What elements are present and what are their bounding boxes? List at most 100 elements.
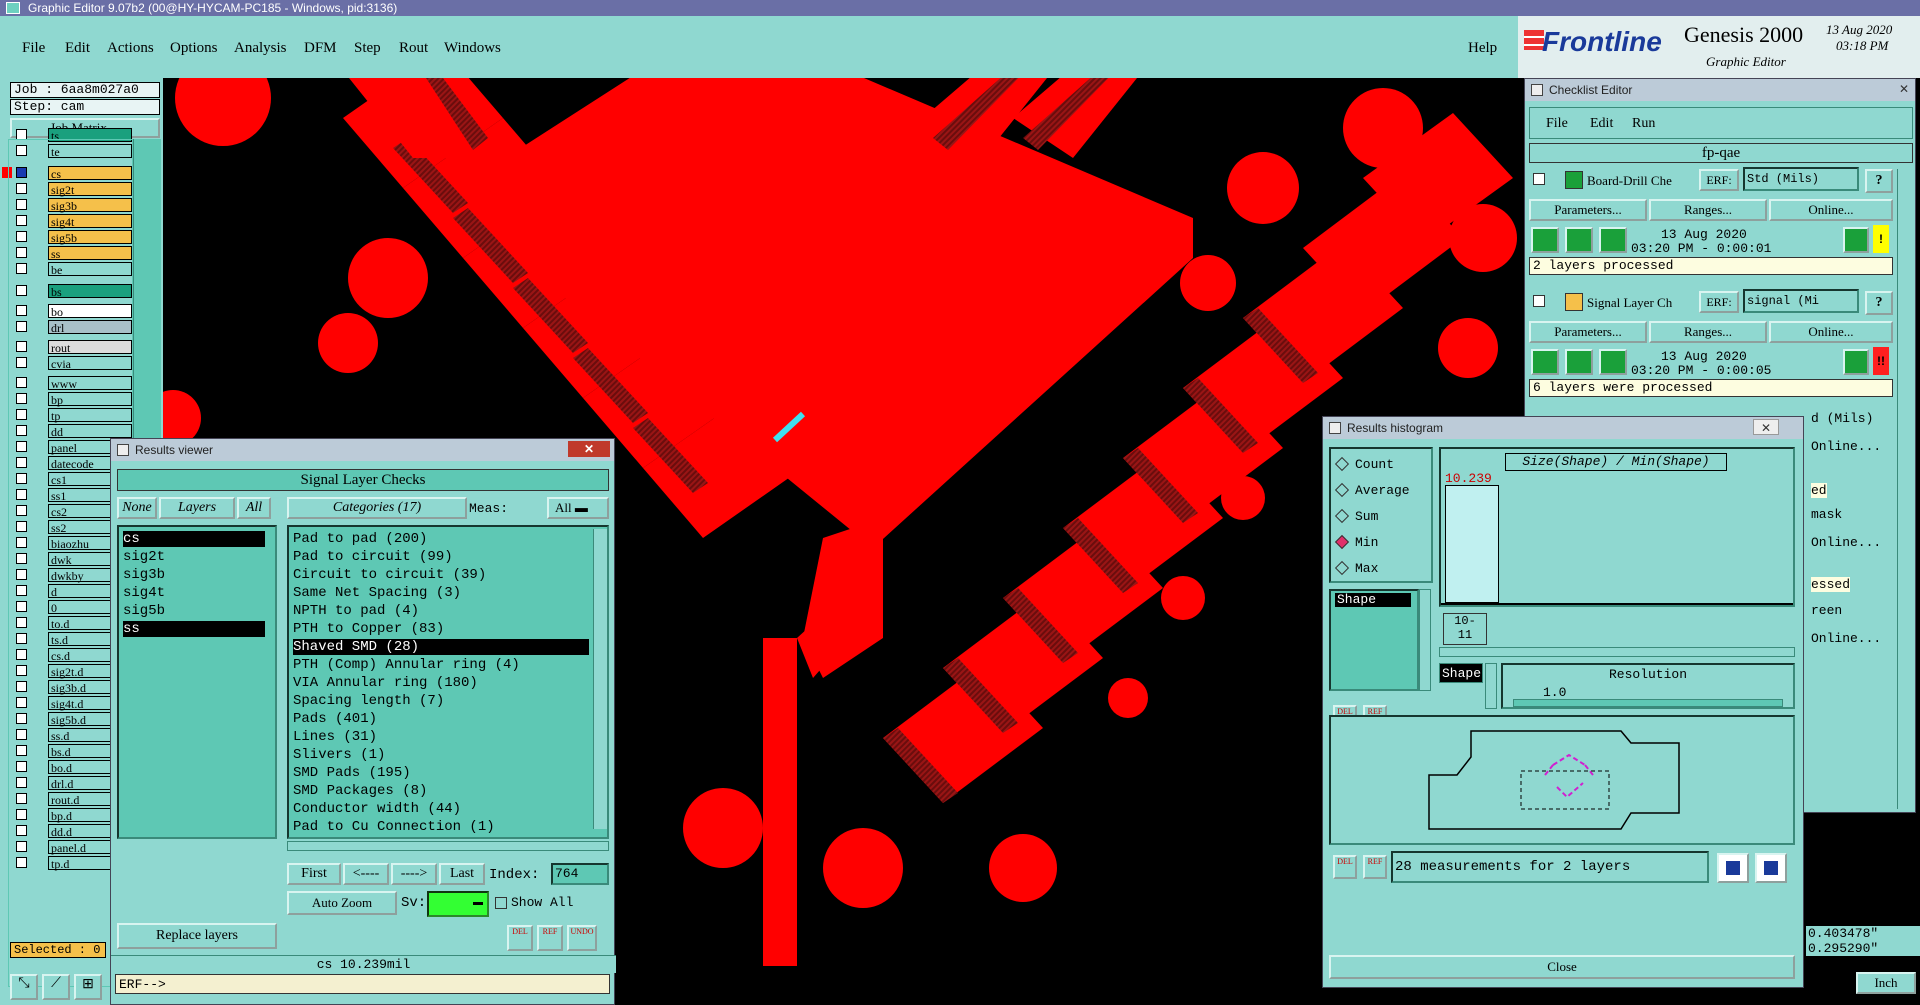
aggregate-option[interactable]: Sum xyxy=(1334,507,1429,527)
first-button[interactable]: First xyxy=(287,863,341,885)
list-item[interactable]: PTH to Copper (83) xyxy=(293,621,589,637)
run-action-icon[interactable] xyxy=(1565,349,1593,375)
auto-zoom-select[interactable]: Auto Zoom xyxy=(287,891,397,915)
index-field[interactable]: 764 xyxy=(551,863,609,885)
measure-tool-icon[interactable]: ⟋ xyxy=(42,974,70,1000)
menu-help[interactable]: Help xyxy=(1468,40,1497,57)
histogram-hscrollbar[interactable] xyxy=(1439,647,1795,657)
menu-file[interactable]: File xyxy=(22,40,45,57)
erf-button[interactable]: ERF: xyxy=(1699,169,1739,191)
online-button[interactable]: Online... xyxy=(1769,199,1893,221)
unit-select[interactable]: Inch xyxy=(1856,972,1916,994)
list-item[interactable]: Same Net Spacing (3) xyxy=(293,585,589,601)
sv-color-select[interactable]: ▬ xyxy=(427,891,489,917)
list-item[interactable]: PTH (Comp) Annular ring (4) xyxy=(293,657,589,673)
parameters-button[interactable]: Parameters... xyxy=(1529,199,1647,221)
zoom-tool-icon[interactable]: ⤡ xyxy=(10,974,38,1000)
aggregate-option[interactable]: Min xyxy=(1334,533,1429,553)
prev-button[interactable]: <---- xyxy=(343,863,389,885)
run-action-icon[interactable] xyxy=(1531,349,1559,375)
preview-del-button[interactable]: DEL xyxy=(1333,855,1357,879)
aggregate-option[interactable]: Max xyxy=(1334,559,1429,579)
list-item[interactable]: NPTH to pad (4) xyxy=(293,603,589,619)
parameters-button[interactable]: Parameters... xyxy=(1529,321,1647,343)
histogram-listbox[interactable]: Shape xyxy=(1329,589,1419,691)
check-name[interactable]: Board-Drill Che xyxy=(1587,173,1672,189)
menu-dfm[interactable]: DFM xyxy=(304,40,337,57)
histogram-close-button[interactable]: Close xyxy=(1329,955,1795,979)
check-enable-checkbox[interactable] xyxy=(1533,173,1545,185)
list-item[interactable]: Circuit to circuit (39) xyxy=(293,567,589,583)
shape-scrollbar[interactable] xyxy=(1485,663,1497,709)
list-item[interactable]: SMD Pads (195) xyxy=(293,765,589,781)
check-name[interactable]: Signal Layer Ch xyxy=(1587,295,1672,311)
show-all-checkbox[interactable] xyxy=(495,897,507,909)
list-item[interactable]: VIA Annular ring (180) xyxy=(293,675,589,691)
help-icon[interactable]: ? xyxy=(1865,169,1893,193)
erf-value-field[interactable]: signal (Mi xyxy=(1743,289,1859,313)
zoom-icon[interactable] xyxy=(1843,227,1869,253)
undo-button[interactable]: UNDO xyxy=(567,925,597,951)
close-icon[interactable]: ✕ xyxy=(568,441,610,457)
checklist-scrollbar[interactable] xyxy=(1897,169,1913,809)
help-icon[interactable]: ? xyxy=(1865,291,1893,315)
list-item[interactable]: cs xyxy=(123,531,265,547)
categories-listbox[interactable]: Pad to pad (200) Pad to circuit (99) Circu… xyxy=(287,525,609,839)
list-item[interactable]: Pad to Cu Connection (1) xyxy=(293,819,589,835)
last-button[interactable]: Last xyxy=(439,863,485,885)
histogram-titlebar[interactable]: Results histogram ✕ xyxy=(1323,417,1803,439)
menu-analysis[interactable]: Analysis xyxy=(234,40,287,57)
categories-hscrollbar[interactable] xyxy=(287,841,609,851)
ref-button[interactable]: REF xyxy=(537,925,563,951)
meas-select[interactable]: All ▬ xyxy=(547,497,609,519)
erf-value-field[interactable]: Std (Mils) xyxy=(1743,167,1859,191)
grid-tool-icon[interactable]: ⊞ xyxy=(74,974,102,1000)
checklist-titlebar[interactable]: Checklist Editor ✕ xyxy=(1525,79,1915,101)
histogram-list-scrollbar[interactable] xyxy=(1419,589,1431,691)
check-enable-checkbox[interactable] xyxy=(1533,295,1545,307)
layers-button[interactable]: Layers xyxy=(159,497,235,519)
aggregate-option[interactable]: Count xyxy=(1334,455,1429,475)
preview-ref-button[interactable]: REF xyxy=(1363,855,1387,879)
histogram-bar[interactable] xyxy=(1445,485,1499,603)
zoom-icon[interactable] xyxy=(1843,349,1869,375)
run-action-icon[interactable] xyxy=(1531,227,1559,253)
menu-options[interactable]: Options xyxy=(170,40,218,57)
checklist-menu-edit[interactable]: Edit xyxy=(1590,116,1613,132)
replace-layers-select[interactable]: Replace layers xyxy=(117,923,277,949)
export-icon[interactable] xyxy=(1717,853,1749,883)
menu-rout[interactable]: Rout xyxy=(399,40,428,57)
categories-button[interactable]: Categories (17) xyxy=(287,497,467,519)
menu-step[interactable]: Step xyxy=(354,40,381,57)
list-item[interactable]: Pads (401) xyxy=(293,711,589,727)
ranges-button[interactable]: Ranges... xyxy=(1649,321,1767,343)
list-item[interactable]: SMD Packages (8) xyxy=(293,783,589,799)
list-item[interactable]: Pad to circuit (99) xyxy=(293,549,589,565)
list-item[interactable]: Pad to pad (200) xyxy=(293,531,589,547)
none-button[interactable]: None xyxy=(117,497,157,519)
list-item[interactable]: Shape xyxy=(1335,593,1411,607)
next-button[interactable]: ----> xyxy=(391,863,437,885)
close-icon[interactable]: ✕ xyxy=(1753,419,1779,435)
checklist-menu-file[interactable]: File xyxy=(1546,116,1568,132)
run-action-icon[interactable] xyxy=(1599,349,1627,375)
layers-listbox[interactable]: cs sig2t sig3b sig4t sig5b ss xyxy=(117,525,277,839)
menu-windows[interactable]: Windows xyxy=(444,40,501,57)
ranges-button[interactable]: Ranges... xyxy=(1649,199,1767,221)
menu-edit[interactable]: Edit xyxy=(65,40,90,57)
list-item[interactable]: sig5b xyxy=(123,603,265,619)
erf-button[interactable]: ERF: xyxy=(1699,291,1739,313)
menu-actions[interactable]: Actions xyxy=(107,40,154,57)
results-viewer-titlebar[interactable]: Results viewer ✕ xyxy=(111,439,614,461)
close-icon[interactable]: ✕ xyxy=(1895,81,1913,97)
print-icon[interactable] xyxy=(1755,853,1787,883)
all-layers-button[interactable]: All xyxy=(237,497,271,519)
erf-command-line[interactable]: ERF--> xyxy=(115,974,610,994)
list-item[interactable]: ss xyxy=(123,621,265,637)
list-item[interactable]: Conductor width (44) xyxy=(293,801,589,817)
list-item[interactable]: Spacing length (7) xyxy=(293,693,589,709)
aggregate-option[interactable]: Average xyxy=(1334,481,1429,501)
run-action-icon[interactable] xyxy=(1565,227,1593,253)
online-button[interactable]: Online... xyxy=(1769,321,1893,343)
checklist-menu-run[interactable]: Run xyxy=(1632,116,1655,132)
